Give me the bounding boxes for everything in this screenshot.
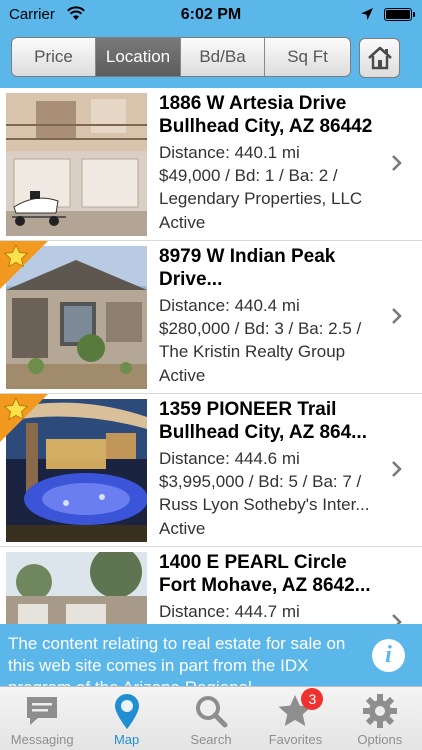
status-bar: Carrier 6:02 PM: [0, 0, 422, 30]
chevron-right-icon[interactable]: [391, 613, 403, 624]
sort-segmented-control: Price Location Bd/Ba Sq Ft: [11, 37, 351, 77]
clock: 6:02 PM: [180, 6, 242, 23]
home-button[interactable]: [359, 38, 400, 78]
listing-address: 1886 W Artesia Drive Bullhead City, AZ 8…: [159, 92, 399, 138]
address-line-2: Bullhead City, AZ 86442: [159, 116, 373, 137]
listing-address: 1359 PIONEER Trail Bullhead City, AZ 864…: [159, 398, 399, 444]
featured-star-icon: [0, 241, 48, 289]
listing-details: Distance: 444.7 mi: [159, 600, 395, 623]
address-line-2: Drive...: [159, 269, 223, 290]
listing-list[interactable]: 1886 W Artesia Drive Bullhead City, AZ 8…: [0, 88, 422, 624]
home-icon: [367, 46, 392, 70]
sort-location-button[interactable]: Location: [96, 38, 181, 76]
listing-price-beds-baths: $49,000 / Bd: 1 / Ba: 2 /: [159, 166, 338, 185]
listing-details: Distance: 440.1 mi $49,000 / Bd: 1 / Ba:…: [159, 141, 395, 210]
info-button[interactable]: i: [372, 639, 405, 672]
featured-star-icon: [0, 394, 48, 442]
listing-status: Active: [159, 366, 206, 385]
listing-photo: [6, 93, 147, 236]
tab-map[interactable]: Map: [84, 687, 168, 750]
listing-row[interactable]: 1886 W Artesia Drive Bullhead City, AZ 8…: [0, 88, 422, 241]
address-line-2: Bullhead City, AZ 864...: [159, 422, 367, 443]
listing-agency: Legendary Properties, LLC: [159, 189, 363, 208]
gear-icon: [360, 692, 400, 730]
listing-distance: Distance: 444.6 mi: [159, 449, 300, 468]
listing-address: 8979 W Indian Peak Drive...: [159, 245, 399, 291]
listing-address: 1400 E PEARL Circle Fort Mohave, AZ 8642…: [159, 551, 399, 597]
favorites-count-badge: 3: [301, 688, 324, 710]
address-line-1: 1359 PIONEER Trail: [159, 399, 337, 420]
tab-messaging[interactable]: Messaging: [0, 687, 84, 750]
sort-header: Price Location Bd/Ba Sq Ft: [0, 30, 422, 88]
address-line-1: 1886 W Artesia Drive: [159, 93, 347, 114]
address-line-1: 1400 E PEARL Circle: [159, 552, 347, 573]
sort-price-button[interactable]: Price: [12, 38, 96, 76]
address-line-2: Fort Mohave, AZ 8642...: [159, 575, 371, 596]
tab-bar: Messaging Map Search Favorites 3 Options: [0, 686, 422, 750]
sort-bedbath-button[interactable]: Bd/Ba: [181, 38, 265, 76]
info-icon: i: [385, 642, 392, 668]
listing-distance: Distance: 444.7 mi: [159, 602, 300, 621]
sort-sqft-button[interactable]: Sq Ft: [265, 38, 350, 76]
listing-details: Distance: 444.6 mi $3,995,000 / Bd: 5 / …: [159, 447, 395, 516]
chevron-right-icon[interactable]: [391, 154, 403, 172]
listing-status: Active: [159, 213, 206, 232]
location-arrow-icon: [361, 8, 373, 20]
disclaimer-text: The content relating to real estate for …: [8, 634, 346, 686]
listing-row[interactable]: 1359 PIONEER Trail Bullhead City, AZ 864…: [0, 394, 422, 547]
speech-bubble-icon: [22, 692, 62, 730]
idx-disclaimer-banner: The content relating to real estate for …: [0, 624, 422, 686]
listing-price-beds-baths: $3,995,000 / Bd: 5 / Ba: 7 /: [159, 472, 362, 491]
listing-distance: Distance: 440.4 mi: [159, 296, 300, 315]
battery-icon: [384, 8, 415, 21]
chevron-right-icon[interactable]: [391, 460, 403, 478]
listing-photo: [6, 552, 147, 624]
listing-details: Distance: 440.4 mi $280,000 / Bd: 3 / Ba…: [159, 294, 395, 363]
address-line-1: 8979 W Indian Peak: [159, 246, 336, 267]
listing-agency: The Kristin Realty Group: [159, 342, 346, 361]
tab-search[interactable]: Search: [169, 687, 253, 750]
listing-status: Active: [159, 519, 206, 538]
chevron-right-icon[interactable]: [391, 307, 403, 325]
listing-row[interactable]: 1400 E PEARL Circle Fort Mohave, AZ 8642…: [0, 547, 422, 624]
listing-price-beds-baths: $280,000 / Bd: 3 / Ba: 2.5 /: [159, 319, 362, 338]
listing-row[interactable]: 8979 W Indian Peak Drive... Distance: 44…: [0, 241, 422, 394]
magnifier-icon: [191, 692, 231, 730]
tab-favorites[interactable]: Favorites 3: [253, 687, 337, 750]
tab-options[interactable]: Options: [338, 687, 422, 750]
map-pin-icon: [107, 692, 147, 730]
listing-distance: Distance: 440.1 mi: [159, 143, 300, 162]
listing-agency: Russ Lyon Sotheby's Inter...: [159, 495, 370, 514]
